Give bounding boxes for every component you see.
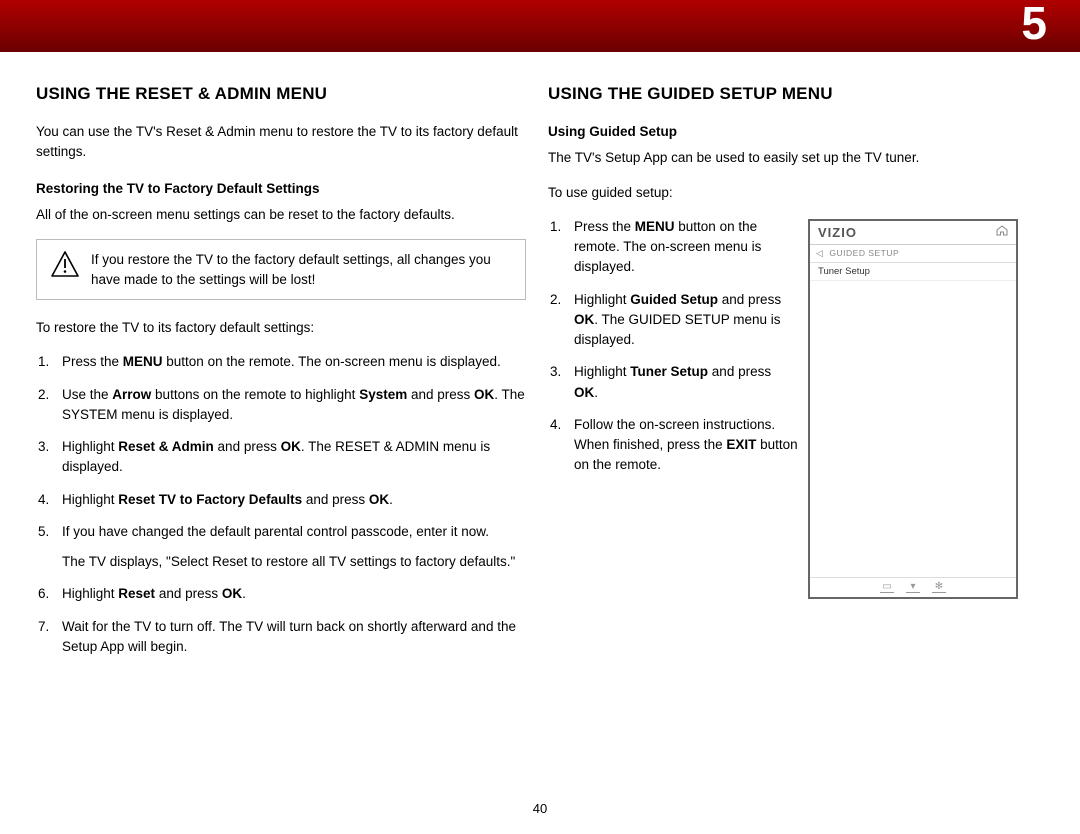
step-4: Highlight Reset TV to Factory Defaults a… [58, 490, 526, 510]
back-arrow-icon: ◁ [816, 248, 823, 259]
tv-menu-illustration: VIZIO ◁ GUIDED SETUP Tuner Setup ▭ ▾ ✻ [808, 219, 1018, 599]
sub-paragraph: All of the on-screen menu settings can b… [36, 205, 526, 225]
warning-box: If you restore the TV to the factory def… [36, 239, 526, 300]
tv-menu-item-tuner: Tuner Setup [810, 263, 1016, 281]
gear-icon: ✻ [932, 581, 946, 593]
left-column: USING THE RESET & ADMIN MENU You can use… [36, 84, 526, 669]
restore-lead: To restore the TV to its factory default… [36, 318, 526, 338]
section-heading-guided-setup: USING THE GUIDED SETUP MENU [548, 84, 1038, 104]
step-6: Highlight Reset and press OK. [58, 584, 526, 604]
home-icon [996, 225, 1008, 239]
intro-paragraph: You can use the TV's Reset & Admin menu … [36, 122, 526, 163]
step-5-sub: The TV displays, "Select Reset to restor… [62, 552, 526, 572]
step-1: Press the MENU button on the remote. The… [58, 352, 526, 372]
step-3: Highlight Reset & Admin and press OK. Th… [58, 437, 526, 478]
down-icon: ▾ [906, 581, 920, 593]
step-2: Use the Arrow buttons on the remote to h… [58, 385, 526, 426]
tv-footer: ▭ ▾ ✻ [810, 577, 1016, 597]
guided-intro: The TV's Setup App can be used to easily… [548, 148, 1038, 168]
tv-logo: VIZIO [818, 225, 857, 240]
subheading-restoring: Restoring the TV to Factory Default Sett… [36, 179, 526, 199]
tv-breadcrumb: ◁ GUIDED SETUP [810, 245, 1016, 263]
chapter-number: 5 [1021, 0, 1048, 50]
step-7: Wait for the TV to turn off. The TV will… [58, 617, 526, 658]
gstep-1: Press the MENU button on the remote. The… [570, 217, 798, 278]
guided-steps-wrap: Press the MENU button on the remote. The… [548, 217, 808, 488]
gstep-4: Follow the on-screen instructions. When … [570, 415, 798, 476]
page-number: 40 [0, 801, 1080, 816]
gstep-2: Highlight Guided Setup and press OK. The… [570, 290, 798, 351]
guided-row: Press the MENU button on the remote. The… [548, 217, 1038, 599]
gstep-3: Highlight Tuner Setup and press OK. [570, 362, 798, 403]
subheading-using-guided: Using Guided Setup [548, 122, 1038, 142]
section-heading-reset-admin: USING THE RESET & ADMIN MENU [36, 84, 526, 104]
warning-icon [51, 251, 79, 277]
right-column: USING THE GUIDED SETUP MENU Using Guided… [548, 84, 1038, 599]
tv-crumb-text: GUIDED SETUP [829, 248, 899, 258]
guided-lead: To use guided setup: [548, 183, 1038, 203]
restore-steps: Press the MENU button on the remote. The… [36, 352, 526, 657]
chapter-banner: 5 [0, 0, 1080, 52]
wide-icon: ▭ [880, 581, 894, 593]
warning-text: If you restore the TV to the factory def… [91, 252, 491, 287]
step-5: If you have changed the default parental… [58, 522, 526, 573]
tv-menu-header: VIZIO [810, 221, 1016, 245]
guided-steps: Press the MENU button on the remote. The… [548, 217, 798, 476]
